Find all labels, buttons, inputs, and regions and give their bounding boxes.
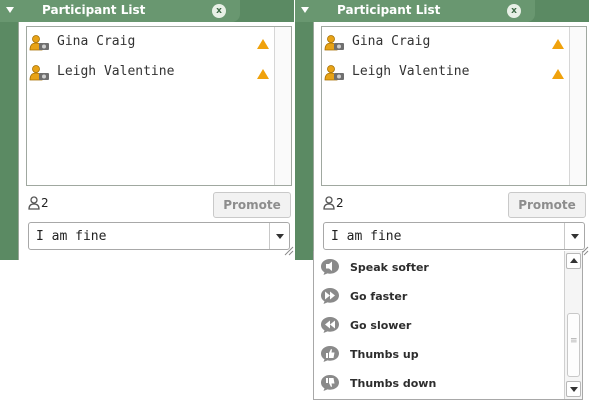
status-option-go-slower[interactable]: Go slower <box>314 311 562 340</box>
warning-icon <box>257 39 269 49</box>
collapse-arrow-icon[interactable] <box>6 7 14 13</box>
participant-item[interactable]: Gina Craig <box>27 33 275 55</box>
status-option-speak-softer[interactable]: Speak softer <box>314 253 562 282</box>
status-select[interactable]: I am fine <box>323 222 585 250</box>
participant-item[interactable]: Gina Craig <box>322 33 570 55</box>
participant-count-value: 2 <box>336 196 344 210</box>
participant-name: Leigh Valentine <box>57 64 175 79</box>
status-option-label: Go slower <box>350 319 412 332</box>
participant-name: Gina Craig <box>57 34 136 49</box>
panel-title: Participant List <box>337 3 441 17</box>
thumbs-down-icon <box>321 375 339 391</box>
status-option-label: Thumbs down <box>350 377 437 390</box>
status-option-thumbs-up[interactable]: Thumbs up <box>314 340 562 369</box>
participant-count-value: 2 <box>41 196 49 210</box>
participant-panel-left: Participant List x Gina Craig Leigh Vale… <box>0 0 294 260</box>
speak-softer-icon <box>321 259 339 275</box>
participant-item[interactable]: Leigh Valentine <box>27 63 275 85</box>
participant-panel-right: Participant List x Gina Craig Leigh Vale… <box>295 0 589 260</box>
status-select-value: I am fine <box>331 229 402 244</box>
panel-titlebar[interactable]: Participant List x <box>295 0 535 22</box>
thumbs-up-icon <box>321 346 339 362</box>
panel-body: Gina Craig Leigh Valentine 2 Promote I a… <box>313 22 589 260</box>
list-scrollbar[interactable] <box>274 27 291 185</box>
warning-icon <box>552 39 564 49</box>
scroll-down-icon[interactable] <box>566 381 581 397</box>
collapse-arrow-icon[interactable] <box>301 7 309 13</box>
warning-icon <box>552 69 564 79</box>
status-select-value: I am fine <box>36 229 107 244</box>
presenter-user-icon <box>29 35 49 51</box>
participant-name: Leigh Valentine <box>352 64 470 79</box>
resize-grip-icon[interactable] <box>284 246 294 256</box>
panel-body: Gina Craig Leigh Valentine 2 Promote I a… <box>18 22 294 260</box>
status-dropdown-list: Speak softer Go faster Go slower Thumbs … <box>313 251 583 400</box>
presenter-user-icon <box>324 65 344 81</box>
promote-button[interactable]: Promote <box>508 192 586 218</box>
close-icon[interactable]: x <box>507 4 521 18</box>
presenter-user-icon <box>29 65 49 81</box>
presenter-user-icon <box>324 35 344 51</box>
participant-list: Gina Craig Leigh Valentine <box>321 26 587 186</box>
promote-button[interactable]: Promote <box>213 192 291 218</box>
close-icon[interactable]: x <box>212 4 226 18</box>
go-slower-icon <box>321 317 339 333</box>
status-select[interactable]: I am fine <box>28 222 290 250</box>
participant-list: Gina Craig Leigh Valentine <box>26 26 292 186</box>
user-count-icon <box>28 196 40 210</box>
warning-icon <box>257 69 269 79</box>
status-option-label: Go faster <box>350 290 408 303</box>
status-option-thumbs-down[interactable]: Thumbs down <box>314 369 562 398</box>
panel-titlebar[interactable]: Participant List x <box>0 0 240 22</box>
user-count-icon <box>323 196 335 210</box>
dropdown-scrollbar[interactable] <box>564 251 582 399</box>
scroll-thumb[interactable] <box>567 313 580 377</box>
list-scrollbar[interactable] <box>569 27 586 185</box>
status-option-label: Thumbs up <box>350 348 419 361</box>
panel-title: Participant List <box>42 3 146 17</box>
scroll-up-icon[interactable] <box>566 253 581 269</box>
participant-name: Gina Craig <box>352 34 431 49</box>
participant-item[interactable]: Leigh Valentine <box>322 63 570 85</box>
go-faster-icon <box>321 288 339 304</box>
status-option-go-faster[interactable]: Go faster <box>314 282 562 311</box>
status-option-label: Speak softer <box>350 261 429 274</box>
